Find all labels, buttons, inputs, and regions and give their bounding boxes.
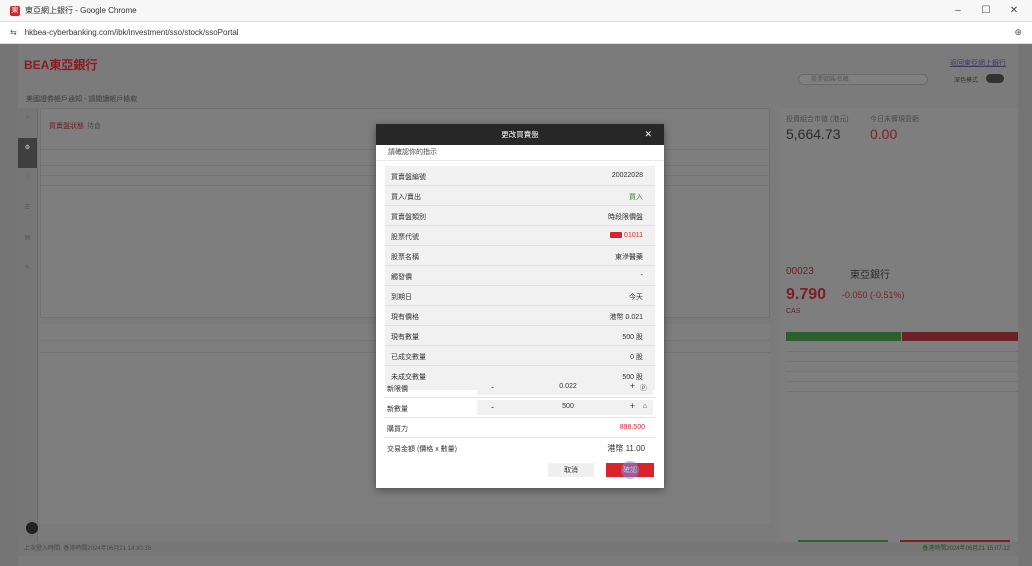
- ask-header: [902, 332, 1018, 341]
- new-qty-label: 新數量: [387, 406, 408, 413]
- new-price-label: 新限價: [387, 386, 408, 393]
- qty-minus-button[interactable]: -: [491, 402, 494, 412]
- maximize-icon[interactable]: ☐: [972, 0, 1000, 22]
- buying-power-value: 898.500: [619, 424, 645, 431]
- order-book-row: [786, 374, 1018, 382]
- return-ebanking-link[interactable]: 返回東亞網上銀行: [950, 58, 1006, 68]
- sidebar-item-overview[interactable]: ⌂: [18, 108, 37, 138]
- detail-row: 觸發價 -: [385, 266, 655, 286]
- sidebar-item-portfolio[interactable]: ☰: [18, 198, 37, 228]
- dialog-title: 更改買賣盤: [501, 130, 539, 139]
- price-minus-button[interactable]: -: [491, 382, 494, 392]
- zoom-icon[interactable]: ⊕: [1014, 27, 1022, 38]
- new-qty-stepper: - 500 + ⌂: [477, 400, 653, 415]
- last-login-text: 上次登入時間: 香港時間2024年06月21 14:30:36: [24, 546, 152, 552]
- sidebar-item-trade[interactable]: ⚙: [18, 138, 37, 168]
- cancel-button[interactable]: 取消: [548, 463, 594, 477]
- dark-mode-toggle[interactable]: [986, 74, 1004, 83]
- status-bar: 上次登入時間: 香港時間2024年06月21 14:30:36 香港時間2024…: [18, 542, 1018, 556]
- order-book-row: [786, 354, 1018, 362]
- market-value-label: 投資組合市值 (港元): [786, 116, 849, 123]
- address-bar[interactable]: ⇆ hkbea-cyberbanking.com/ibk/investment/…: [0, 22, 1032, 44]
- total-value: 港幣 11.00: [607, 444, 645, 453]
- sidebar-item-market[interactable]: ◌: [18, 168, 37, 198]
- detail-row: 買入/賣出 買入: [385, 186, 655, 206]
- stock-code-value: 01011: [624, 232, 643, 239]
- new-qty-row: 新數量 - 500 + ⌂: [385, 398, 655, 418]
- detail-row: 現有價格 港幣 0.021: [385, 306, 655, 326]
- hk-flag-icon: [610, 232, 623, 239]
- notice-banner[interactable]: 美國證券帳戶通知 - 請閱讀帳戶條款: [26, 94, 137, 104]
- current-time-text: 香港時間2024年06月21 15:07:12: [922, 546, 1010, 552]
- tab-order-status[interactable]: 買賣盤狀態: [49, 121, 84, 131]
- price-info-icon[interactable]: ⓟ: [640, 383, 647, 393]
- bea-logo: BEA東亞銀行: [24, 58, 98, 72]
- pl-label: 今日未實現盈虧: [870, 116, 919, 123]
- stock-code: 00023: [786, 266, 814, 277]
- trade-panel: 投資組合市值 (港元) 今日未實現盈虧 5,664.73 0.00 00023 …: [778, 108, 1018, 553]
- browser-titlebar: 東 東亞網上銀行 - Google Chrome – ☐ ✕: [0, 0, 1032, 22]
- order-book-row: [786, 384, 1018, 392]
- window-title: 東亞網上銀行 - Google Chrome: [25, 6, 137, 15]
- buying-power-row: 購買力 898.500: [385, 418, 655, 438]
- dialog-header: 更改買賣盤 ✕: [376, 124, 664, 145]
- order-book-row: [786, 364, 1018, 372]
- sidebar-item-report[interactable]: ▤: [18, 228, 37, 258]
- total-label: 交易金額 (價格 x 數量): [387, 446, 457, 453]
- chat-icon[interactable]: [26, 522, 38, 534]
- mouse-cursor-highlight: [621, 461, 639, 479]
- close-icon[interactable]: ✕: [644, 124, 652, 145]
- stock-name: 東亞銀行: [850, 270, 890, 281]
- detail-row: 股票代號 01011: [385, 226, 655, 246]
- url-text[interactable]: hkbea-cyberbanking.com/ibk/investment/ss…: [25, 28, 239, 37]
- minimize-icon[interactable]: –: [944, 0, 972, 22]
- site-info-icon[interactable]: ⇆: [10, 28, 17, 37]
- detail-row: 股票名稱 東滲醫藥: [385, 246, 655, 266]
- stock-price: 9.790: [786, 286, 827, 303]
- new-price-row: 新限價 - 0.022 + ⓟ: [385, 378, 655, 398]
- qty-plus-button[interactable]: +: [630, 401, 635, 411]
- new-qty-input[interactable]: 500: [541, 403, 595, 410]
- dark-mode-label: 深色模式: [953, 78, 978, 84]
- total-row: 交易金額 (價格 x 數量) 港幣 11.00: [385, 438, 655, 458]
- order-details: 買賣盤編號 20022028 買入/賣出 買入 買賣盤類別 時段限價盤 股票代號 010…: [385, 166, 655, 390]
- price-plus-button[interactable]: +: [630, 381, 635, 391]
- amend-order-dialog: 更改買賣盤 ✕ 請確認你的指示 買賣盤編號 20022028 買入/賣出 買入 買賣…: [376, 124, 664, 488]
- favicon-icon: 東: [10, 5, 20, 16]
- currency-label: CAS: [786, 308, 801, 315]
- market-value: 5,664.73: [786, 126, 841, 142]
- sidebar-item-settings[interactable]: ✎: [18, 258, 37, 288]
- close-window-icon[interactable]: ✕: [1000, 0, 1028, 22]
- unrealized-pl: 0.00: [870, 126, 898, 142]
- stock-change: -0.050 (-0.51%): [842, 290, 905, 300]
- tab-holdings[interactable]: 持倉: [87, 121, 101, 131]
- buying-power-label: 購買力: [387, 426, 408, 433]
- qty-lot-icon[interactable]: ⌂: [643, 403, 647, 410]
- order-book-row: [786, 344, 1018, 352]
- detail-row: 已成交數量 0 股: [385, 346, 655, 366]
- new-price-input[interactable]: 0.022: [541, 383, 595, 390]
- detail-row: 到期日 今天: [385, 286, 655, 306]
- detail-row: 買賣盤類別 時段限價盤: [385, 206, 655, 226]
- stock-search-input[interactable]: 股票號碼/名稱: [798, 74, 928, 85]
- side-navigation: ⌂ ⚙ ◌ ☰ ▤ ✎: [18, 108, 38, 548]
- detail-row: 現有數量 500 股: [385, 326, 655, 346]
- bid-header: [786, 332, 901, 341]
- new-price-stepper: - 0.022 + ⓟ: [477, 380, 653, 395]
- dialog-subtitle: 請確認你的指示: [376, 145, 664, 161]
- detail-row: 買賣盤編號 20022028: [385, 166, 655, 186]
